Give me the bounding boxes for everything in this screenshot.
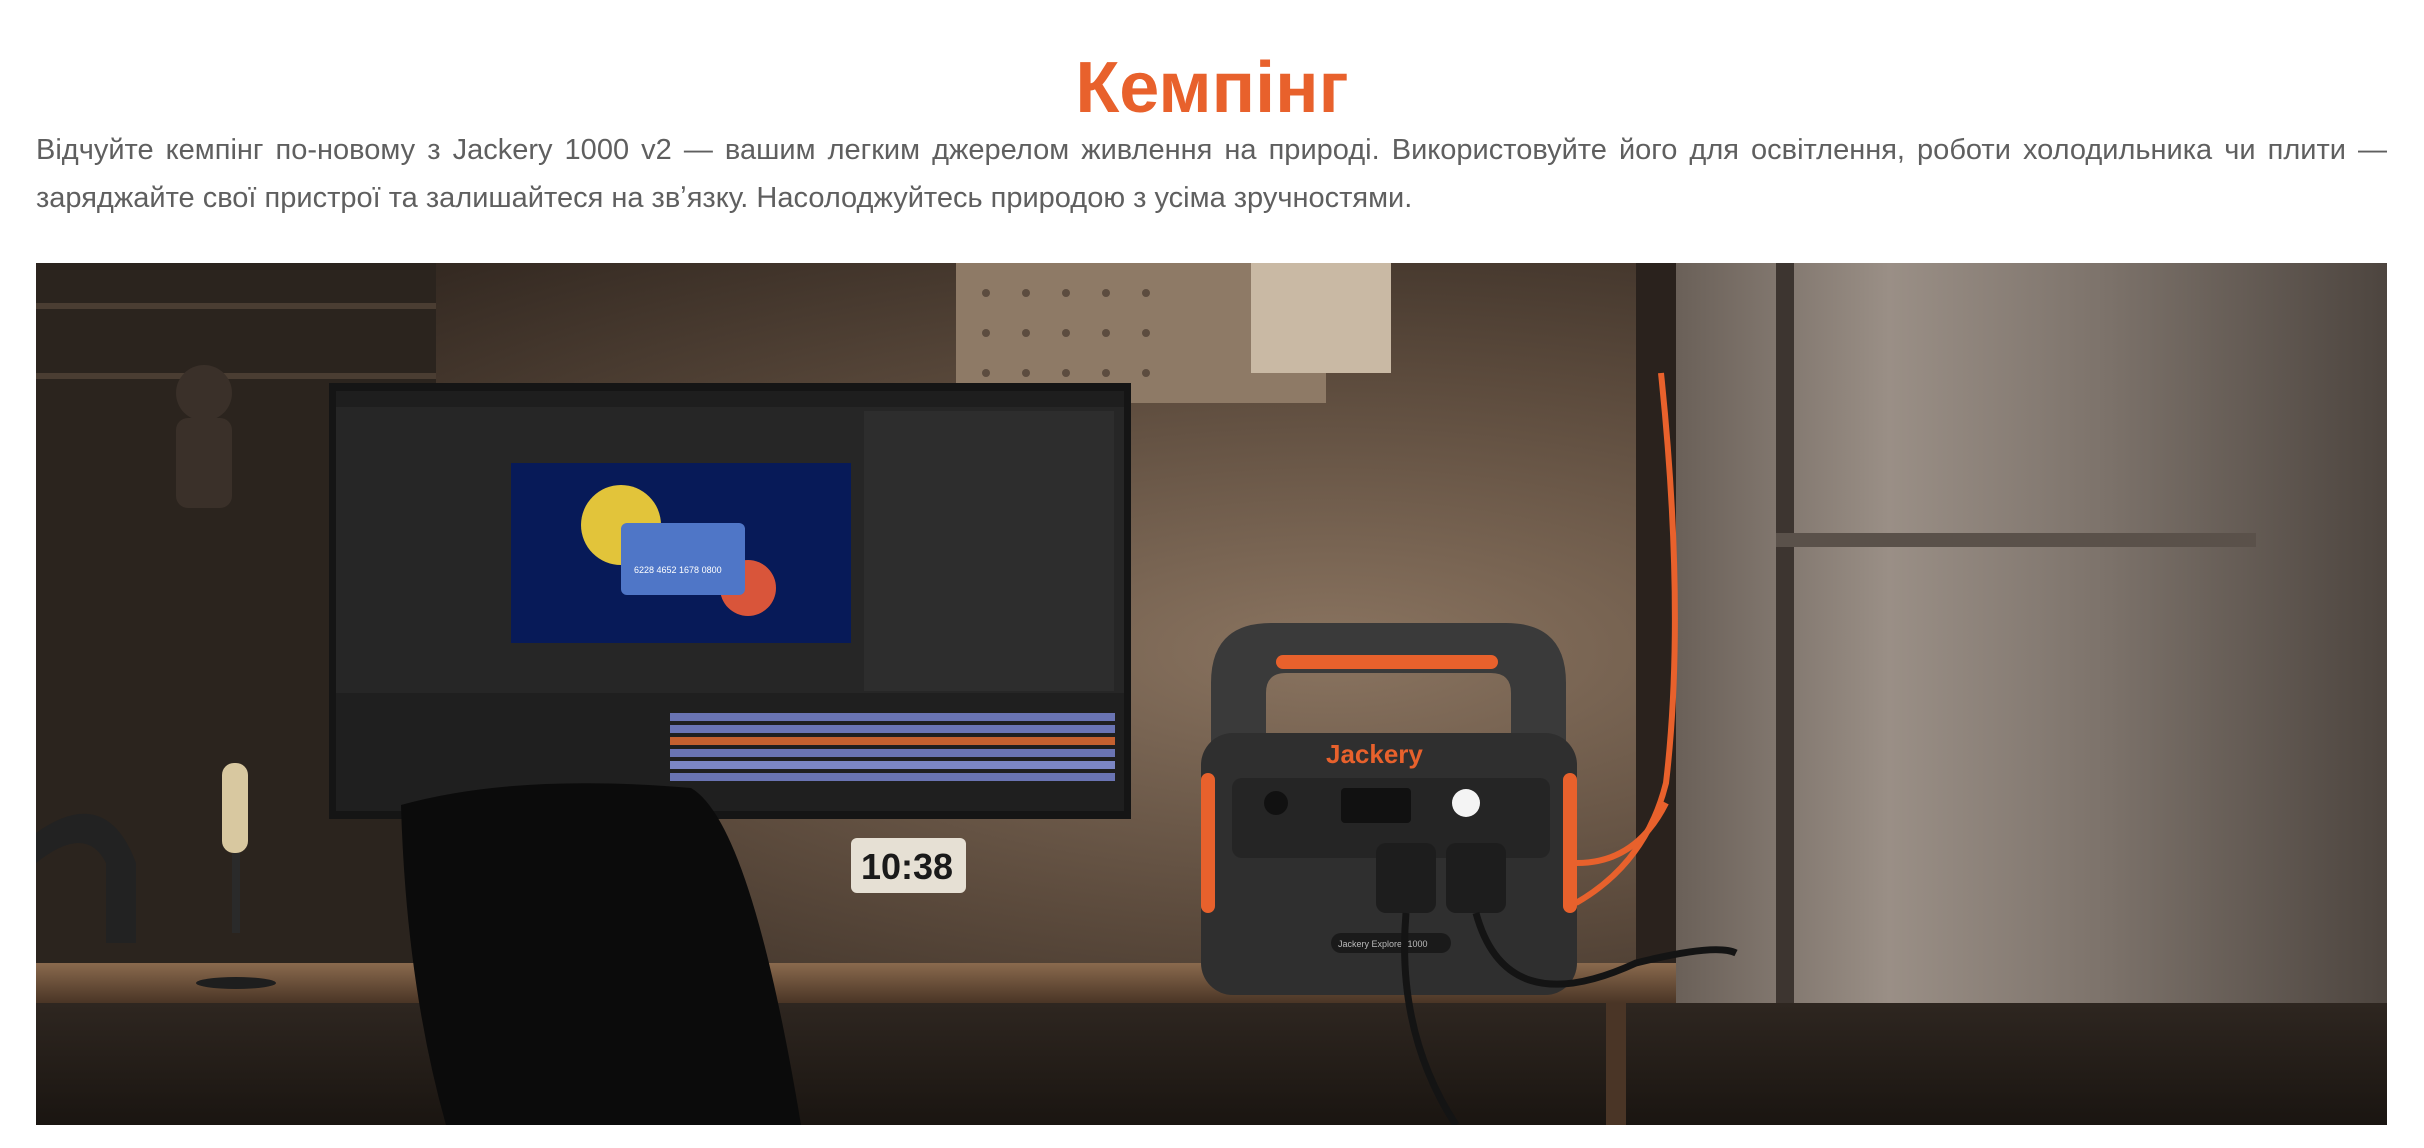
desk-clock: 10:38 xyxy=(851,838,966,893)
clock-time: 10:38 xyxy=(861,846,953,887)
brand-logo: Jackery xyxy=(1326,739,1423,769)
device-label: Jackery Explorer 1000 xyxy=(1338,939,1428,949)
monitor: 6228 4652 1678 0800 xyxy=(329,383,1131,819)
section-description: Відчуйте кемпінг по-новому з Jackery 100… xyxy=(36,134,2387,214)
product-photo: 6228 4652 1678 0800 10:38 Jackery Jacker… xyxy=(36,263,2387,1125)
section-title: Кемпінг xyxy=(1075,48,1349,129)
toy-figure xyxy=(176,365,232,508)
card-number: 6228 4652 1678 0800 xyxy=(634,565,722,575)
